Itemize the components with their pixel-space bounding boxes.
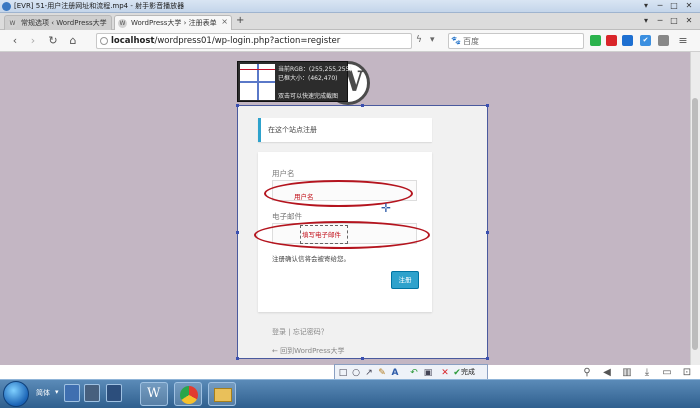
start-button-icon[interactable] xyxy=(3,381,29,407)
extension-grid-icon[interactable] xyxy=(658,35,669,46)
crosshair-cursor-icon: ✛ xyxy=(381,201,392,215)
browser-close-button[interactable]: ✕ xyxy=(683,16,695,26)
browser-app-icon xyxy=(180,386,198,404)
annotation-email-text: 填写电子邮件 xyxy=(302,231,341,239)
rectangle-tool-icon[interactable]: □ xyxy=(337,367,349,379)
speaker-icon[interactable]: ◀ xyxy=(600,366,614,380)
capture-info-panel: 当前RGB：(255,255,255) 已框大小：(462,470) 双击可以快… xyxy=(237,61,352,102)
capture-handle[interactable] xyxy=(236,231,239,234)
player-maximize-button[interactable]: □ xyxy=(668,1,680,11)
home-button[interactable]: ⌂ xyxy=(66,34,80,48)
window-icon[interactable]: ▭ xyxy=(660,366,674,380)
address-bar[interactable]: localhost/wordpress01/wp-login.php?actio… xyxy=(96,33,412,49)
tab-register-form[interactable]: W WordPress大学 › 注册表单 × xyxy=(114,15,232,30)
url-host: localhost xyxy=(111,36,155,46)
lost-password-link[interactable]: 忘记密码？ xyxy=(293,328,328,336)
cancel-icon[interactable]: ✕ xyxy=(439,367,451,379)
extension-blue-icon[interactable] xyxy=(622,35,633,46)
brush-tool-icon[interactable]: ✎ xyxy=(376,367,388,379)
monitor-icon[interactable] xyxy=(106,384,122,402)
wordpress-app-icon: W xyxy=(147,386,161,401)
undo-icon[interactable]: ↶ xyxy=(408,367,420,379)
download-icon[interactable]: ⤓ xyxy=(640,366,654,380)
capture-handle[interactable] xyxy=(361,357,364,360)
forward-button[interactable]: › xyxy=(26,34,40,48)
menu-icon[interactable]: ≡ xyxy=(676,34,690,48)
player-minimize-button[interactable]: ─ xyxy=(654,1,666,11)
wordpress-favicon-icon: W xyxy=(118,19,127,28)
capture-handle[interactable] xyxy=(361,104,364,107)
scrollbar-thumb[interactable] xyxy=(692,98,698,350)
size-readout: 已框大小：(462,470) xyxy=(278,75,338,82)
done-button[interactable]: 完成 xyxy=(461,367,475,377)
lightning-icon[interactable]: ϟ xyxy=(416,35,422,45)
url-path: /wordpress01/wp-login.php?action=registe… xyxy=(154,36,341,46)
chevron-down-icon[interactable]: ▾ xyxy=(55,388,59,396)
magnifier-preview xyxy=(240,64,275,100)
player-logo-icon xyxy=(2,2,11,11)
language-indicator[interactable]: 简体 xyxy=(36,388,50,398)
tab-close-icon[interactable]: × xyxy=(221,17,228,26)
page-info-icon[interactable] xyxy=(100,37,108,45)
browser-tab-strip: W 常规选项 ‹ WordPress大学 W WordPress大学 › 注册表… xyxy=(0,13,700,30)
taskbar-app-wordpress[interactable]: W xyxy=(140,382,168,406)
taskbar: 简体 ▾ W xyxy=(0,379,700,408)
rgb-readout: 当前RGB：(255,255,255) xyxy=(278,66,352,73)
text-tool-icon[interactable]: A xyxy=(389,367,401,379)
ellipse-tool-icon[interactable]: ○ xyxy=(350,367,362,379)
username-label: 用户名 xyxy=(272,169,295,178)
player-title: [EVR] 51-用户注册网址和流程.mp4 - 射手影音播放器 xyxy=(14,2,185,10)
search-box[interactable]: 🐾 百度 xyxy=(448,33,584,49)
link-separator: | xyxy=(286,328,293,336)
tab-label: WordPress大学 › 注册表单 xyxy=(131,19,217,27)
browser-minimize-button[interactable]: ─ xyxy=(654,16,666,26)
back-to-site-link[interactable]: ← 回到WordPress大学 xyxy=(272,346,345,356)
wordpress-favicon-icon: W xyxy=(8,19,17,28)
capture-handle[interactable] xyxy=(486,357,489,360)
search-placeholder: 百度 xyxy=(463,37,479,46)
baidu-icon: 🐾 xyxy=(451,36,461,45)
annotation-username-text: 用户名 xyxy=(294,193,314,201)
form-links: 登录 | 忘记密码？ xyxy=(272,327,328,337)
extension-download-icon[interactable]: ✔ xyxy=(640,35,651,46)
capture-info-text: 当前RGB：(255,255,255) 已框大小：(462,470) 双击可以快… xyxy=(278,65,352,101)
tab-label: 常规选项 ‹ WordPress大学 xyxy=(21,19,107,27)
notice-text: 在这个站点注册 xyxy=(268,126,317,134)
url-text: localhost/wordpress01/wp-login.php?actio… xyxy=(111,36,340,46)
desktop-icon[interactable] xyxy=(64,384,80,402)
capture-handle[interactable] xyxy=(486,104,489,107)
browser-menu-button[interactable]: ▾ xyxy=(640,16,652,26)
explorer-icon[interactable] xyxy=(84,384,100,402)
player-menu-button[interactable]: ▾ xyxy=(640,1,652,11)
player-close-button[interactable]: ✕ xyxy=(683,1,695,11)
extension-green-icon[interactable] xyxy=(590,35,601,46)
trash-icon[interactable]: ▥ xyxy=(620,366,634,380)
taskbar-app-browser[interactable] xyxy=(174,382,202,406)
register-notice: 在这个站点注册 xyxy=(258,118,432,142)
zoom-icon[interactable]: ⊡ xyxy=(680,366,694,380)
capture-handle[interactable] xyxy=(486,231,489,234)
capture-hint: 双击可以快速完成截图 xyxy=(278,93,339,100)
dropdown-icon[interactable]: ▾ xyxy=(430,35,435,45)
extension-red-icon[interactable] xyxy=(606,35,617,46)
browser-toolbar: ‹ › ↻ ⌂ localhost/wordpress01/wp-login.p… xyxy=(0,30,700,52)
save-icon[interactable]: ▣ xyxy=(422,367,434,379)
reload-button[interactable]: ↻ xyxy=(46,34,60,48)
capture-handle[interactable] xyxy=(236,104,239,107)
tab-general-options[interactable]: W 常规选项 ‹ WordPress大学 xyxy=(4,15,112,30)
pin-icon[interactable]: ⚲ xyxy=(580,366,594,380)
browser-maximize-button[interactable]: □ xyxy=(668,16,680,26)
folder-icon xyxy=(214,388,232,402)
register-note: 注册确认信将会被寄给您。 xyxy=(272,255,350,263)
new-tab-button[interactable]: + xyxy=(236,15,244,26)
arrow-tool-icon[interactable]: ↗ xyxy=(363,367,375,379)
email-label: 电子邮件 xyxy=(272,212,302,221)
taskbar-app-folder[interactable] xyxy=(208,382,236,406)
player-title-bar: [EVR] 51-用户注册网址和流程.mp4 - 射手影音播放器 ▾ ─ □ ✕ xyxy=(0,0,700,13)
register-button[interactable]: 注册 xyxy=(391,271,419,289)
login-link[interactable]: 登录 xyxy=(272,328,286,336)
capture-handle[interactable] xyxy=(236,357,239,360)
back-button[interactable]: ‹ xyxy=(8,34,22,48)
